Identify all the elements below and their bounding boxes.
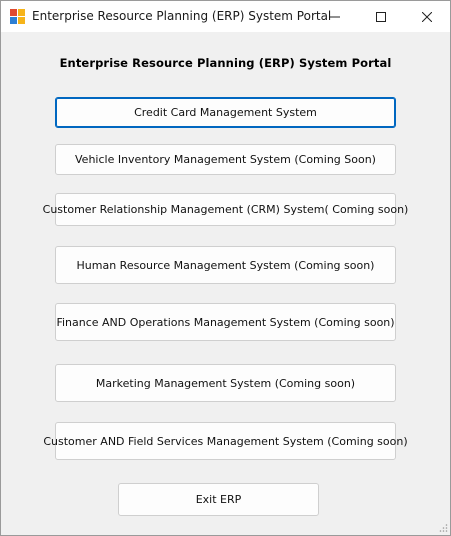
portal-panel: Enterprise Resource Planning (ERP) Syste… [1, 32, 450, 535]
maximize-button[interactable] [358, 1, 404, 32]
credit-card-management-button[interactable]: Credit Card Management System [55, 97, 396, 128]
crm-system-button[interactable]: Customer Relationship Management (CRM) S… [43, 193, 408, 226]
vehicle-inventory-button[interactable]: Vehicle Inventory Management System (Com… [55, 144, 396, 175]
page-heading: Enterprise Resource Planning (ERP) Syste… [59, 56, 392, 70]
window-title: Enterprise Resource Planning (ERP) Syste… [32, 9, 332, 23]
customer-field-services-button[interactable]: Customer AND Field Services Management S… [43, 422, 408, 460]
exit-erp-button[interactable]: Exit ERP [118, 483, 319, 516]
minimize-button[interactable] [312, 1, 358, 32]
title-bar[interactable]: Enterprise Resource Planning (ERP) Syste… [1, 1, 450, 32]
resize-grip-icon[interactable] [438, 523, 448, 533]
marketing-management-button[interactable]: Marketing Management System (Coming soon… [55, 364, 396, 402]
finance-operations-button[interactable]: Finance AND Operations Management System… [55, 303, 396, 341]
maximize-icon [376, 11, 386, 22]
close-icon [422, 11, 432, 22]
human-resource-button[interactable]: Human Resource Management System (Coming… [55, 246, 396, 284]
minimize-icon [330, 16, 340, 17]
app-window: Enterprise Resource Planning (ERP) Syste… [0, 0, 451, 536]
close-button[interactable] [404, 1, 450, 32]
winforms-app-icon [10, 9, 26, 25]
